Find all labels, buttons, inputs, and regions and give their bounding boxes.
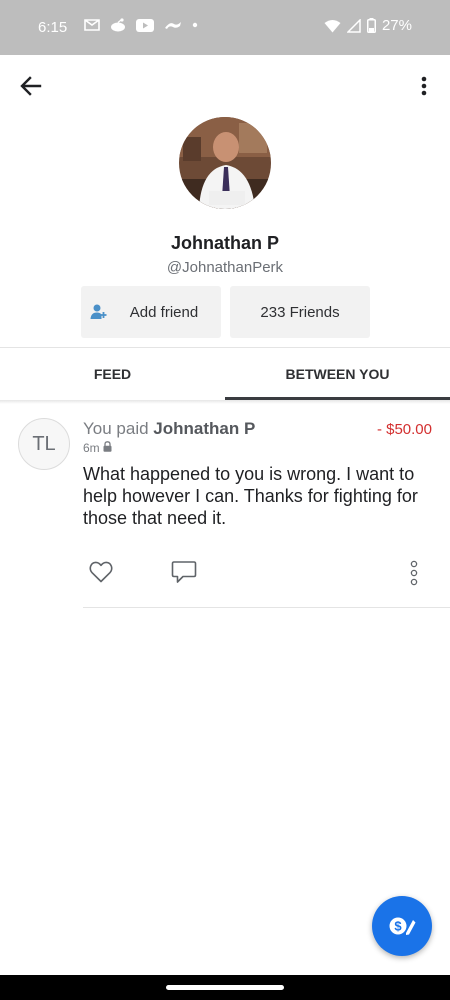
tab-between-you-label: BETWEEN YOU: [285, 366, 390, 382]
friends-count-button[interactable]: 233 Friends: [230, 286, 370, 338]
comment-button[interactable]: [170, 559, 198, 585]
wifi-icon: [324, 19, 341, 33]
more-vert-icon: [421, 76, 427, 96]
profile-name: Johnathan P: [170, 233, 279, 253]
more-options-button[interactable]: [412, 71, 436, 101]
story-amount: - $50.00: [376, 421, 432, 438]
arrow-left-icon: [20, 76, 42, 96]
story-prefix: You paid: [83, 419, 149, 438]
story-divider: [83, 607, 450, 608]
add-friend-button[interactable]: Add friend: [81, 286, 221, 338]
add-person-icon: [90, 303, 108, 325]
story-avatar-initials: TL: [32, 432, 56, 455]
home-gesture-handle[interactable]: [166, 985, 284, 990]
youtube-icon: [136, 18, 154, 32]
story-avatar[interactable]: TL: [18, 418, 70, 470]
top-app-bar: [0, 55, 450, 115]
more-vert-outline-icon: [410, 560, 418, 586]
friends-count-label: 233 Friends: [260, 303, 340, 321]
tab-feed[interactable]: FEED: [0, 348, 225, 400]
gmail-icon: [84, 19, 100, 31]
reddit-icon: [110, 18, 126, 32]
profile-avatar: [179, 117, 271, 209]
story-recipient[interactable]: Johnathan P: [153, 419, 255, 438]
story-more-button[interactable]: [404, 559, 424, 587]
back-button[interactable]: [16, 71, 46, 101]
add-friend-label: Add friend: [129, 303, 199, 321]
battery-icon: [366, 18, 376, 33]
tab-between-you[interactable]: BETWEEN YOU: [225, 348, 450, 400]
battery-percent: 27%: [381, 17, 412, 34]
notification-icons: [84, 18, 198, 32]
story-time: 6m: [83, 441, 100, 455]
svg-text:$: $: [394, 919, 402, 934]
status-bar: 6:15 27%: [0, 0, 450, 55]
comment-icon: [171, 561, 197, 583]
pay-request-icon: $: [389, 917, 416, 935]
app-icon: [164, 20, 182, 30]
dot-icon: [192, 22, 198, 28]
system-nav-bar: [0, 975, 450, 1000]
signal-icon: [346, 18, 361, 33]
tabs-shadow: [0, 400, 450, 404]
story-note: What happened to you is wrong. I want to…: [83, 464, 418, 528]
system-icons: 27%: [324, 17, 412, 34]
tab-feed-label: FEED: [93, 366, 132, 382]
lock-icon: [103, 441, 112, 455]
pay-request-fab[interactable]: $: [372, 896, 432, 956]
story-meta: 6m: [83, 441, 112, 455]
profile-username: @JohnathanPerk: [166, 259, 284, 276]
heart-icon: [89, 561, 113, 583]
status-time: 6:15: [38, 19, 68, 36]
story-title: You paid Johnathan P: [83, 419, 255, 439]
like-button[interactable]: [88, 559, 114, 585]
